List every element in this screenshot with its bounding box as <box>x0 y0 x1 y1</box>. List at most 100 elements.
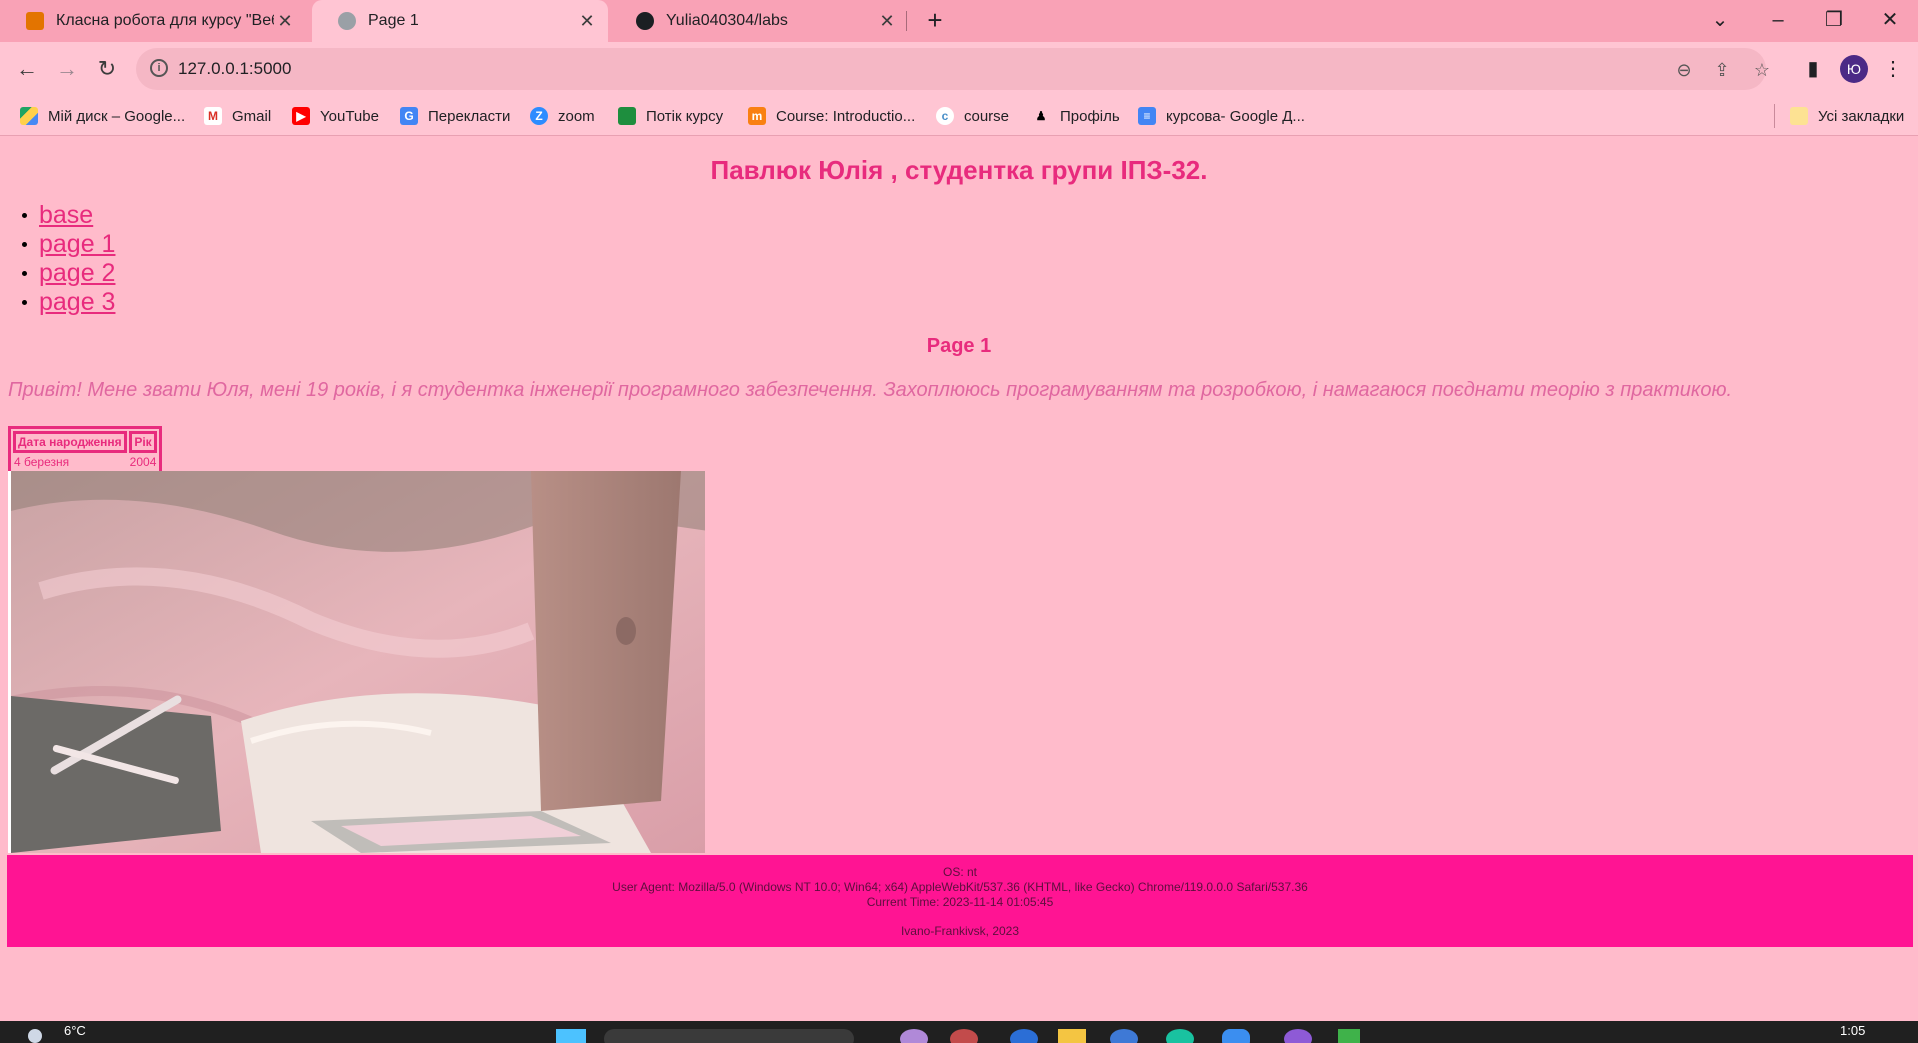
bookmark-course[interactable]: c course <box>936 96 1009 136</box>
bookmark-moodle-course[interactable]: m Course: Introductio... <box>748 96 915 136</box>
translate-icon: G <box>400 107 418 125</box>
bookmark-translate[interactable]: G Перекласти <box>400 96 510 136</box>
page-content: Павлюк Юлія , студентка групи ІПЗ-32. ba… <box>0 137 1918 1021</box>
new-tab-button[interactable]: + <box>920 6 950 36</box>
tab-divider <box>906 11 907 31</box>
bookmark-label: Мій диск – Google... <box>48 107 186 125</box>
app-icon[interactable] <box>1110 1029 1138 1043</box>
window-close-button[interactable]: ✕ <box>1870 4 1910 36</box>
footer-os: OS: nt <box>942 865 977 879</box>
github-icon <box>636 12 654 30</box>
site-nav: base page 1 page 2 page 3 <box>22 201 115 317</box>
weather-temp[interactable]: 6°C <box>64 1023 86 1043</box>
tab-page1[interactable]: Page 1 ✕ <box>312 0 608 42</box>
nav-link-page2[interactable]: page 2 <box>39 259 115 288</box>
footer-time: Current Time: 2023-11-14 01:05:45 <box>866 895 1054 909</box>
classroom-icon <box>618 107 636 125</box>
share-icon[interactable]: ⇪ <box>1710 58 1734 82</box>
clock[interactable]: 1:05 <box>1840 1023 1865 1043</box>
bookmark-label: Профіль <box>1060 107 1120 125</box>
windows-taskbar: 6°C 1:05 <box>0 1021 1918 1043</box>
gmail-icon: M <box>204 107 222 125</box>
search-box[interactable] <box>604 1029 854 1043</box>
tab-classroom[interactable]: Класна робота для курсу "Вебп ✕ <box>0 0 306 42</box>
profile-icon: ♟ <box>1035 109 1047 123</box>
app-icon[interactable] <box>1284 1029 1312 1043</box>
table-cell: 4 березня <box>14 455 70 469</box>
menu-icon[interactable]: ⋮ <box>1878 54 1908 84</box>
bookmark-label: Перекласти <box>428 107 511 125</box>
bookmarks-bar: Мій диск – Google... M Gmail ▶ YouTube G… <box>0 96 1918 136</box>
bookmark-label: Course: Introductio... <box>776 107 916 125</box>
footer-place: Ivano-Frankivsk, 2023 <box>900 924 1020 938</box>
laptop-photo <box>8 471 705 853</box>
folder-icon[interactable] <box>1058 1029 1086 1043</box>
page-heading: Павлюк Юлія , студентка групи ІПЗ-32. <box>710 155 1208 185</box>
nav-item-page1: page 1 <box>22 230 115 259</box>
bullet <box>22 242 27 247</box>
reload-button[interactable]: ↻ <box>92 54 122 84</box>
nav-link-page1[interactable]: page 1 <box>39 230 115 259</box>
bookmark-label: zoom <box>558 107 595 125</box>
all-bookmarks-label: Усі закладки <box>1818 107 1905 125</box>
bookmark-drive[interactable]: Мій диск – Google... <box>20 96 185 136</box>
all-bookmarks[interactable]: Усі закладки <box>1790 96 1904 136</box>
profile-avatar[interactable]: Ю <box>1840 55 1868 83</box>
app-icon[interactable] <box>1338 1029 1360 1043</box>
chrome-icon[interactable] <box>950 1029 978 1043</box>
nav-item-page3: page 3 <box>22 288 115 317</box>
bookmark-label: Gmail <box>232 107 272 125</box>
zoom-icon[interactable]: ⊖ <box>1672 58 1696 82</box>
minimize-button[interactable]: – <box>1758 4 1798 36</box>
bookmarks-divider <box>1774 104 1775 128</box>
bullet <box>22 271 27 276</box>
weather-icon <box>28 1029 42 1043</box>
bullet <box>22 213 27 218</box>
bookmark-profile[interactable]: ♟ Профіль <box>1032 96 1120 136</box>
site-info-icon[interactable]: i <box>150 59 168 77</box>
forward-button[interactable]: → <box>52 54 82 84</box>
app-icon[interactable] <box>1222 1029 1250 1043</box>
moodle-icon: m <box>748 107 766 125</box>
folder-icon <box>1790 107 1808 125</box>
app-icon[interactable] <box>900 1029 928 1043</box>
bullet <box>22 300 27 305</box>
table-row: 4 березня 2004 <box>13 455 157 469</box>
close-icon[interactable]: ✕ <box>274 11 296 32</box>
bookmark-label: YouTube <box>320 107 379 125</box>
bookmark-course-stream[interactable]: Потік курсу <box>618 96 723 136</box>
url-text[interactable]: 127.0.0.1:5000 <box>178 59 291 79</box>
back-button[interactable]: ← <box>12 54 42 84</box>
docs-icon: ≡ <box>1138 107 1156 125</box>
restore-button[interactable]: ❐ <box>1814 4 1854 36</box>
zoom-icon: Z <box>530 107 548 125</box>
course-icon: c <box>936 107 954 125</box>
app-icon[interactable] <box>1166 1029 1194 1043</box>
nav-link-page3[interactable]: page 3 <box>39 288 115 317</box>
bookmark-docs[interactable]: ≡ курсова- Google Д... <box>1138 96 1305 136</box>
tab-title: Класна робота для курсу "Вебп <box>56 12 274 29</box>
bookmark-zoom[interactable]: Z zoom <box>530 96 595 136</box>
intro-paragraph: Привіт! Мене звати Юля, мені 19 років, і… <box>8 379 1733 401</box>
nav-item-page2: page 2 <box>22 259 115 288</box>
bookmark-label: Потік курсу <box>646 107 724 125</box>
bookmark-star-icon[interactable]: ☆ <box>1750 58 1774 82</box>
tab-github[interactable]: Yulia040304/labs ✕ <box>610 0 908 42</box>
close-icon[interactable]: ✕ <box>576 11 598 32</box>
tab-title: Yulia040304/labs <box>666 12 788 29</box>
close-icon[interactable]: ✕ <box>876 11 898 32</box>
address-bar[interactable]: i 127.0.0.1:5000 ⊖ ⇪ ☆ <box>136 48 1770 90</box>
tab-search-chevron-icon[interactable]: ⌄ <box>1700 4 1740 36</box>
table-header-row: Дата народження Рік <box>13 431 158 453</box>
start-icon[interactable] <box>556 1029 586 1043</box>
side-panel-icon[interactable]: ▮ <box>1798 54 1828 84</box>
classroom-icon <box>26 12 44 30</box>
section-title: Page 1 <box>926 335 992 357</box>
page-footer: OS: nt User Agent: Mozilla/5.0 (Windows … <box>7 855 1913 947</box>
tab-title: Page 1 <box>368 12 419 29</box>
bookmark-gmail[interactable]: M Gmail <box>204 96 271 136</box>
nav-link-base[interactable]: base <box>39 201 93 230</box>
app-icon[interactable] <box>1010 1029 1038 1043</box>
bookmark-youtube[interactable]: ▶ YouTube <box>292 96 379 136</box>
birthday-table: Дата народження Рік 4 березня 2004 <box>8 426 163 474</box>
